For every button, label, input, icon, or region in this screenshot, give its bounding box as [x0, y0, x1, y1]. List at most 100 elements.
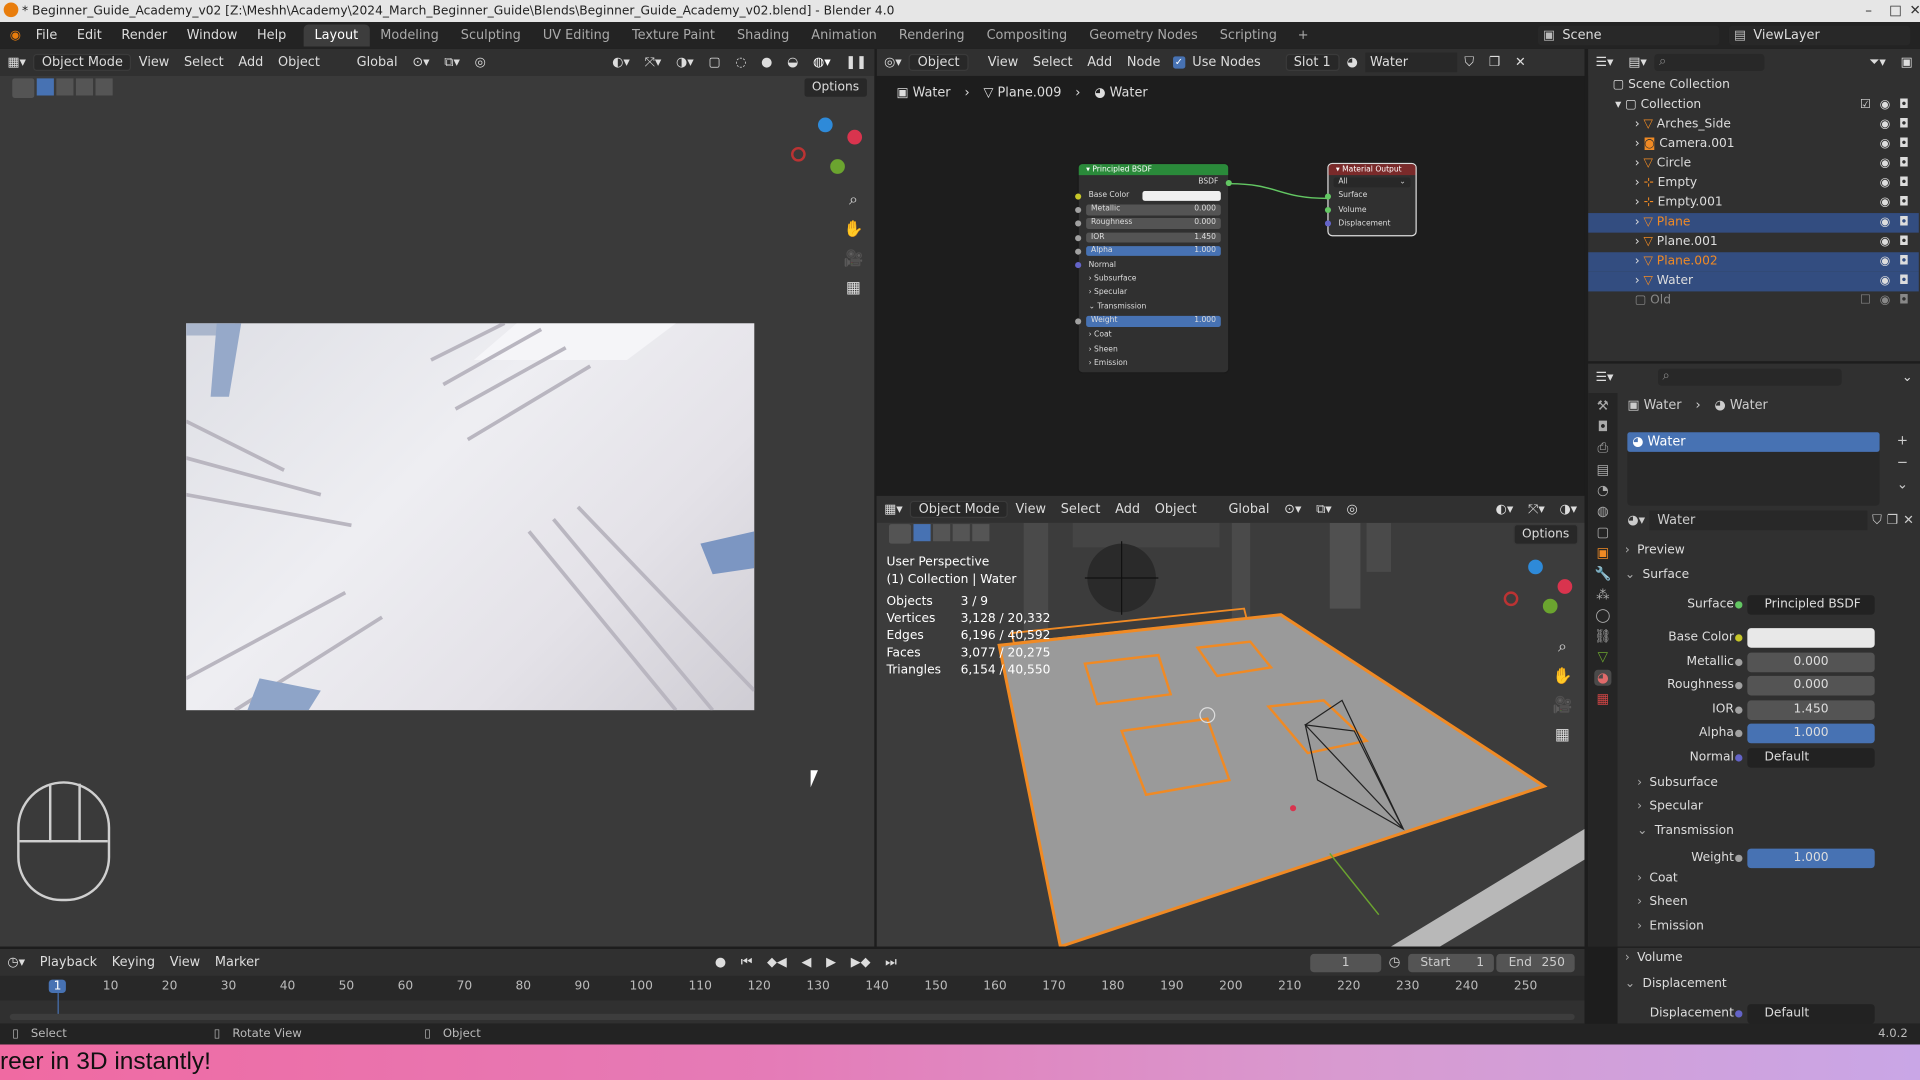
- marker-menu[interactable]: Marker: [208, 955, 267, 970]
- subsurface-section[interactable]: › Subsurface: [1637, 776, 1718, 789]
- tab-modeling[interactable]: Modeling: [369, 28, 450, 43]
- viewport-right[interactable]: ▦▾ Object Mode View Select Add Object Gl…: [876, 495, 1585, 947]
- camera-render-icon[interactable]: ◘: [1899, 174, 1909, 194]
- menu-object[interactable]: Object: [1147, 502, 1204, 517]
- scene-tab-icon[interactable]: ◔: [1597, 482, 1609, 498]
- material-tab-icon[interactable]: ◕: [1594, 669, 1612, 686]
- eye-icon[interactable]: ◉: [1880, 291, 1891, 311]
- node-subpanel[interactable]: › Sheen: [1079, 342, 1228, 356]
- outliner-item[interactable]: › ◙ Camera.001 ◉ ◘: [1588, 135, 1919, 155]
- metallic-field[interactable]: 0.000: [1747, 652, 1875, 672]
- output-target-dropdown[interactable]: All ⌄: [1329, 175, 1416, 189]
- particles-tab-icon[interactable]: ⁂: [1596, 587, 1609, 603]
- material-name-field[interactable]: Water: [1365, 52, 1458, 73]
- data-tab-icon[interactable]: ▽: [1598, 649, 1608, 665]
- tab-rendering[interactable]: Rendering: [888, 28, 976, 43]
- eye-icon[interactable]: ◉: [1880, 272, 1891, 292]
- proportional-icon[interactable]: ◎: [467, 55, 493, 70]
- material-name-field[interactable]: Water: [1649, 510, 1868, 531]
- camera-view-icon[interactable]: 🎥: [840, 246, 867, 273]
- node-menu-add[interactable]: Add: [1080, 55, 1120, 70]
- object-tab-icon[interactable]: ▣: [1596, 545, 1609, 561]
- overlay-icon[interactable]: ◑▾: [669, 55, 701, 70]
- tool-tab-icon[interactable]: ⚒: [1597, 398, 1609, 414]
- axis-y-icon[interactable]: [1542, 598, 1558, 614]
- axis-z-icon[interactable]: [1528, 559, 1543, 575]
- node-menu-node[interactable]: Node: [1120, 55, 1168, 70]
- coat-section[interactable]: › Coat: [1637, 872, 1678, 885]
- sheen-section[interactable]: › Sheen: [1637, 895, 1688, 908]
- axis-y-icon[interactable]: [830, 159, 845, 174]
- menu-select[interactable]: Select: [177, 55, 231, 70]
- view-menu[interactable]: View: [162, 955, 207, 970]
- unlink-material-icon[interactable]: ✕: [1508, 55, 1533, 70]
- editor-type-icon[interactable]: ▦▾: [0, 55, 33, 70]
- shading-wire-icon[interactable]: ◌: [728, 55, 754, 70]
- menu-edit[interactable]: Edit: [67, 28, 112, 43]
- surface-shader-row[interactable]: Surface Principled BSDF: [1618, 593, 1894, 617]
- surface-shader-field[interactable]: Principled BSDF: [1747, 595, 1875, 615]
- timeline-type-icon[interactable]: ◷▾: [0, 955, 32, 970]
- physics-tab-icon[interactable]: ◯: [1595, 607, 1610, 623]
- menu-view[interactable]: View: [1008, 502, 1053, 517]
- camera-render-icon[interactable]: ◘: [1899, 213, 1909, 233]
- ortho-grid-icon[interactable]: ▦: [840, 276, 867, 303]
- current-frame-field[interactable]: 1: [1310, 953, 1382, 973]
- tab-layout[interactable]: Layout: [303, 24, 370, 47]
- duplicate-material-icon[interactable]: ❐: [1887, 513, 1899, 528]
- tab-compositing[interactable]: Compositing: [976, 28, 1079, 43]
- outliner-item[interactable]: › ▽ Plane.001 ◉ ◘: [1588, 233, 1919, 253]
- eye-icon[interactable]: ◉: [1880, 154, 1891, 174]
- eye-icon[interactable]: ◉: [1880, 252, 1891, 272]
- node-row-metallic[interactable]: Metallic 0.000: [1075, 203, 1228, 217]
- camera-render-icon[interactable]: ◘: [1899, 154, 1909, 174]
- texture-tab-icon[interactable]: ▦: [1596, 691, 1609, 707]
- eye-icon[interactable]: ◉: [1880, 174, 1891, 194]
- menu-object[interactable]: Object: [271, 55, 328, 70]
- outliner-item[interactable]: › ▽ Plane.002 ◉ ◘: [1588, 252, 1919, 272]
- outliner-type-icon[interactable]: ☰▾: [1588, 55, 1621, 70]
- zoom-icon[interactable]: ⌕: [1549, 634, 1576, 661]
- navigation-gizmo[interactable]: [784, 113, 865, 182]
- gizmo-icon[interactable]: ⤧▾: [637, 54, 668, 70]
- pan-hand-icon[interactable]: ✋: [1549, 664, 1576, 691]
- select-mode-extend-icon[interactable]: [56, 78, 74, 96]
- close-icon[interactable]: ✕: [1898, 0, 1920, 22]
- select-mode-subtract-icon[interactable]: [75, 78, 94, 96]
- normal-row[interactable]: Normal Default: [1618, 746, 1894, 770]
- pivot-icon[interactable]: ⊙▾: [1277, 502, 1309, 517]
- surface-section[interactable]: ⌄ Surface: [1625, 568, 1689, 581]
- blender-menu-icon[interactable]: ◉: [0, 28, 26, 43]
- camera-render-icon[interactable]: ◘: [1899, 193, 1909, 213]
- output-tab-icon[interactable]: ⎙: [1597, 440, 1608, 457]
- node-row-ior[interactable]: IOR 1.450: [1075, 230, 1228, 244]
- node-row-alpha[interactable]: Alpha 1.000: [1075, 244, 1228, 258]
- axis-x-icon[interactable]: [1557, 579, 1573, 594]
- node-editor[interactable]: ◎▾ Object View Select Add Node ✓ Use Nod…: [876, 48, 1585, 496]
- outliner-item[interactable]: › ▽ Circle ◉ ◘: [1588, 154, 1919, 174]
- unlink-material-icon[interactable]: ✕: [1903, 513, 1914, 528]
- ior-field[interactable]: 1.450: [1747, 700, 1875, 720]
- node-subpanel[interactable]: ⌄ Transmission: [1079, 300, 1228, 314]
- overlay-icon[interactable]: ◑▾: [1552, 502, 1584, 517]
- volume-section[interactable]: › Volume: [1625, 951, 1683, 964]
- old-collection-row[interactable]: ▢ Old ☐ ◉ ◘: [1588, 291, 1919, 311]
- tab-scripting[interactable]: Scripting: [1209, 28, 1288, 43]
- remove-slot-icon[interactable]: −: [1897, 454, 1908, 470]
- base-color-field[interactable]: [1747, 628, 1875, 648]
- visibility-icon[interactable]: ◐▾: [605, 55, 637, 70]
- outliner-item[interactable]: › ⊹ Empty.001 ◉ ◘: [1588, 193, 1919, 213]
- jump-end-icon[interactable]: ⏭: [878, 954, 904, 970]
- fake-user-icon[interactable]: ⛉: [1457, 54, 1481, 70]
- options-dropdown[interactable]: Options: [803, 77, 868, 98]
- outliner-item[interactable]: › ▽ Arches_Side ◉ ◘: [1588, 115, 1919, 135]
- pan-hand-icon[interactable]: ✋: [840, 217, 867, 244]
- weight-row[interactable]: Weight 1.000: [1618, 846, 1894, 870]
- properties-search-field[interactable]: ⌕: [1657, 368, 1842, 386]
- node-editor-type-icon[interactable]: ◎▾: [877, 55, 909, 70]
- material-slot-list[interactable]: ◕ Water: [1627, 432, 1880, 506]
- displacement-row[interactable]: Displacement Default: [1618, 1002, 1894, 1026]
- modifier-tab-icon[interactable]: 🔧: [1594, 566, 1611, 582]
- xray-icon[interactable]: ▢: [701, 55, 728, 70]
- preview-section[interactable]: › Preview: [1625, 544, 1685, 557]
